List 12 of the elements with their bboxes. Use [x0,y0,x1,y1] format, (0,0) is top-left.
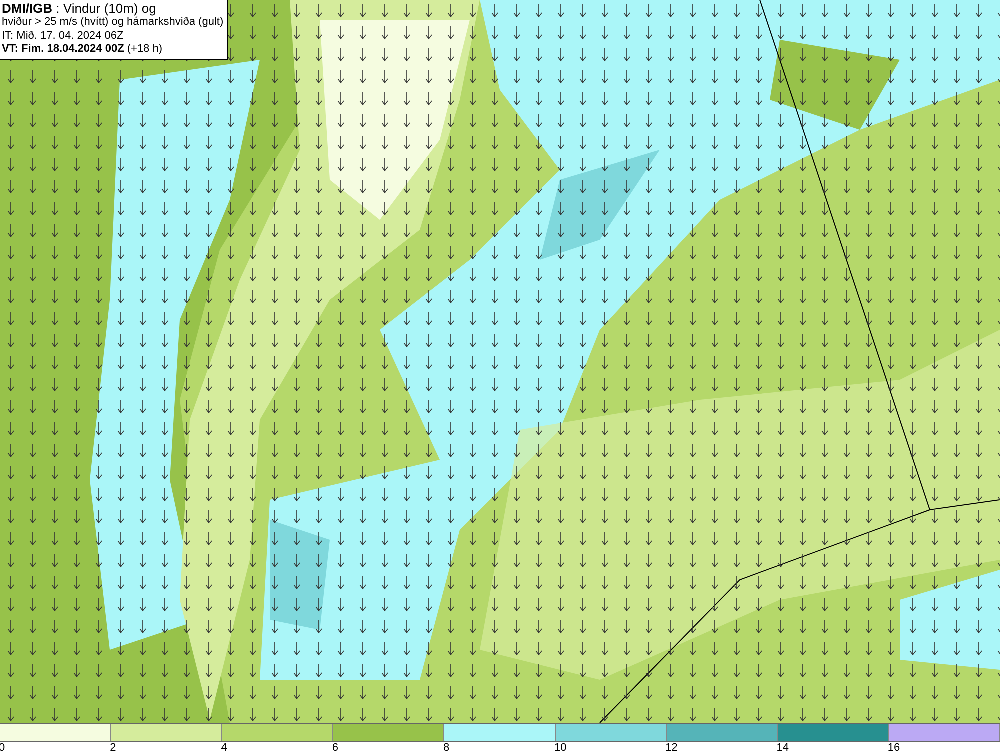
title-text: IT: Mið. 17. 04. 2024 06Z [2,30,125,43]
legend-label: 14 [776,742,790,753]
title-text: VT: Fim. 18.04.2024 00Z (+18 h) [2,43,164,56]
title-text: hviður > 25 m/s (hvítt) og hámarkshviða (gult) [2,16,224,30]
legend-label: 8 [443,742,450,753]
legend-label: 12 [666,742,678,753]
legend-label: 10 [554,742,567,753]
legend-label: 16 [888,742,900,753]
title-text: DMI/IGB : Vindur (10m) og [2,1,158,16]
legend-label: 4 [221,742,228,753]
legend-label: 2 [110,742,116,753]
legend-label: 6 [332,742,338,753]
